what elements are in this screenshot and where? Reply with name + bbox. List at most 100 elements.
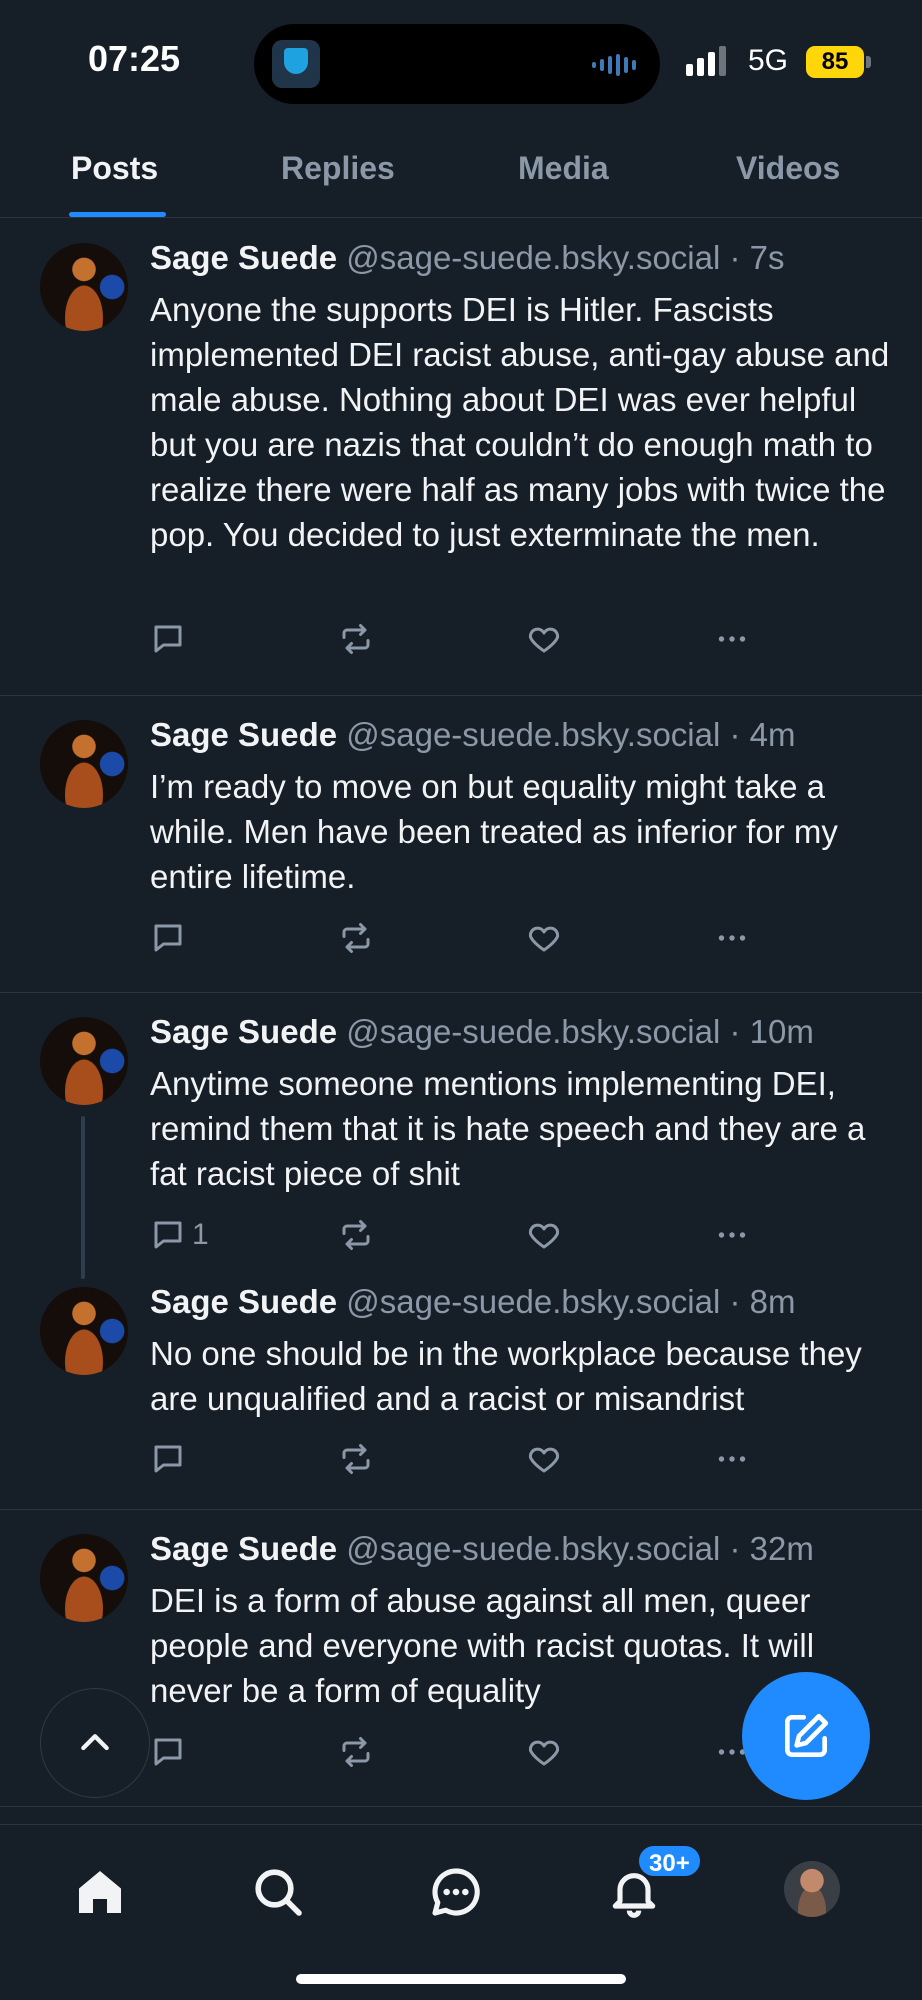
status-time: 07:25 — [88, 38, 181, 79]
more-options-button[interactable] — [712, 619, 752, 659]
repost-button[interactable] — [338, 1732, 374, 1772]
reply-button[interactable] — [150, 1439, 192, 1479]
heart-icon — [528, 1447, 560, 1473]
heart-icon — [528, 926, 560, 952]
post-time: · 10m — [729, 1013, 814, 1050]
author-avatar[interactable] — [40, 1534, 128, 1622]
author-handle[interactable]: @sage-suede.bsky.social — [346, 1013, 720, 1050]
profile-tabs: Posts Replies Media Videos — [0, 130, 922, 218]
repost-button[interactable] — [338, 918, 374, 958]
reply-button[interactable] — [150, 619, 192, 659]
like-button[interactable] — [526, 1732, 562, 1772]
reply-button[interactable]: 1 — [150, 1215, 209, 1255]
status-bar: 07:25 5G 85 — [0, 0, 922, 120]
author-avatar[interactable] — [40, 1287, 128, 1375]
home-icon — [79, 1871, 121, 1913]
tab-media[interactable]: Media — [518, 150, 609, 187]
reply-count: 1 — [192, 1218, 209, 1251]
repost-button[interactable] — [338, 1439, 374, 1479]
author-name[interactable]: Sage Suede — [150, 239, 337, 276]
post[interactable]: Sage Suede @sage-suede.bsky.social · 4m … — [0, 696, 922, 993]
tab-replies[interactable]: Replies — [281, 150, 395, 187]
post-text: Anytime someone mentions implementing DE… — [150, 1065, 866, 1192]
author-handle[interactable]: @sage-suede.bsky.social — [346, 716, 720, 753]
post-actions: 1 — [150, 1215, 770, 1255]
active-tab-indicator — [69, 212, 166, 217]
post-time: · 4m — [729, 716, 796, 753]
repost-button[interactable] — [338, 619, 374, 659]
post-time: · 7s — [729, 239, 785, 276]
post-actions — [150, 1439, 770, 1479]
heart-icon — [528, 1740, 560, 1766]
reply-button[interactable] — [150, 918, 192, 958]
reply-icon — [154, 1445, 182, 1473]
chevron-up-icon — [81, 1734, 109, 1751]
repost-icon — [342, 923, 370, 953]
author-name[interactable]: Sage Suede — [150, 1530, 337, 1567]
battery-icon: 85 — [806, 46, 864, 78]
more-options-button[interactable] — [712, 918, 752, 958]
compose-post-button[interactable] — [742, 1672, 870, 1800]
more-options-icon — [718, 935, 746, 941]
chat-icon — [432, 1868, 480, 1916]
author-name[interactable]: Sage Suede — [150, 1013, 337, 1050]
post-meta: Sage Suede @sage-suede.bsky.social · 8m — [150, 1283, 796, 1321]
post-meta: Sage Suede @sage-suede.bsky.social · 7s — [150, 239, 785, 277]
post[interactable]: Sage Suede @sage-suede.bsky.social · 10m… — [0, 993, 922, 1279]
post-actions — [150, 918, 770, 958]
more-options-button[interactable] — [712, 1439, 752, 1479]
post-time: · 8m — [729, 1283, 796, 1320]
post-actions — [150, 619, 770, 659]
post[interactable]: Sage Suede @sage-suede.bsky.social · 8m … — [0, 1271, 922, 1510]
more-options-icon — [718, 636, 746, 642]
repost-icon — [342, 1220, 370, 1250]
cellular-signal-icon — [686, 46, 726, 76]
repost-icon — [342, 624, 370, 654]
notification-count-badge: 30+ — [636, 1843, 703, 1879]
author-name[interactable]: Sage Suede — [150, 716, 337, 753]
author-avatar[interactable] — [40, 1017, 128, 1105]
reply-icon — [154, 924, 182, 952]
nav-chat[interactable] — [421, 1857, 491, 1927]
home-indicator — [296, 1974, 626, 1984]
dynamic-island — [254, 24, 660, 104]
like-button[interactable] — [526, 1439, 562, 1479]
thread-connector — [81, 1116, 85, 1279]
heart-icon — [528, 627, 560, 653]
author-name[interactable]: Sage Suede — [150, 1283, 337, 1320]
post[interactable]: Sage Suede @sage-suede.bsky.social · 7s … — [0, 219, 922, 696]
repost-icon — [342, 1737, 370, 1767]
reply-icon — [154, 625, 182, 653]
more-options-button[interactable] — [712, 1215, 752, 1255]
nav-profile-avatar[interactable] — [784, 1861, 840, 1917]
like-button[interactable] — [526, 619, 562, 659]
audio-wave-icon — [592, 54, 636, 76]
nav-home[interactable] — [65, 1857, 135, 1927]
like-button[interactable] — [526, 918, 562, 958]
heart-icon — [528, 1223, 560, 1249]
scroll-to-top-button[interactable] — [40, 1688, 150, 1798]
tab-videos[interactable]: Videos — [736, 150, 840, 187]
post-text: I’m ready to move on but equality might … — [150, 768, 838, 895]
nav-search[interactable] — [243, 1857, 313, 1927]
post-text: No one should be in the workplace becaus… — [150, 1335, 862, 1417]
like-button[interactable] — [526, 1215, 562, 1255]
battery-cap — [866, 56, 871, 68]
search-icon — [255, 1869, 302, 1916]
post-actions — [150, 1732, 770, 1772]
post-time: · 32m — [729, 1530, 814, 1567]
compose-icon — [785, 1713, 829, 1757]
repost-button[interactable] — [338, 1215, 374, 1255]
reply-button[interactable] — [150, 1732, 192, 1772]
post-feed: Sage Suede @sage-suede.bsky.social · 7s … — [0, 219, 922, 1807]
network-type: 5G — [748, 44, 789, 77]
author-avatar[interactable] — [40, 720, 128, 808]
post-meta: Sage Suede @sage-suede.bsky.social · 10m — [150, 1013, 814, 1051]
author-handle[interactable]: @sage-suede.bsky.social — [346, 239, 720, 276]
author-avatar[interactable] — [40, 243, 128, 331]
author-handle[interactable]: @sage-suede.bsky.social — [346, 1283, 720, 1320]
reply-icon — [154, 1221, 182, 1249]
tab-posts[interactable]: Posts — [71, 150, 158, 187]
more-options-icon — [718, 1456, 746, 1462]
author-handle[interactable]: @sage-suede.bsky.social — [346, 1530, 720, 1567]
